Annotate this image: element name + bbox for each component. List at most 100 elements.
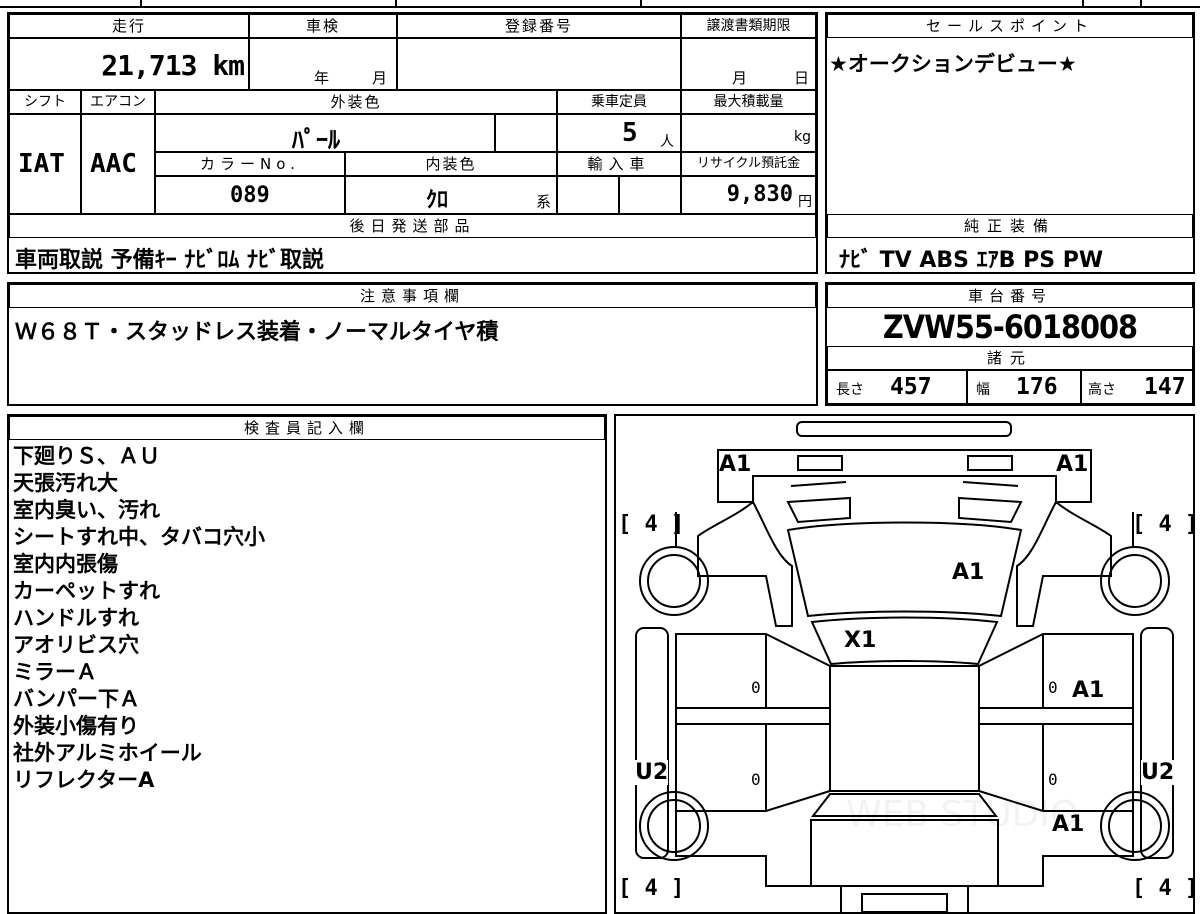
inspector-lines: 下廻りＳ、ＡＵ 天張汚れ大 室内臭い、汚れ シートすれ中、タバコ穴小 室内内張傷… [13, 443, 265, 794]
inspector-line: ハンドルすれ [13, 606, 139, 630]
color-no-header: カラーNo. [155, 152, 345, 176]
transfer-month-label: 月 [732, 69, 748, 87]
inspector-line: 社外アルミホイール [13, 741, 202, 765]
length-value: 457 [890, 374, 932, 400]
import-header: 輸入車 [557, 152, 681, 176]
car-diagram: WEB STUDIO [635, 421, 1174, 912]
mileage-value: 21,713 km [101, 49, 245, 82]
inspector-line: アオリビス穴 [13, 633, 139, 657]
exterior-color-value: ﾊﾟｰﾙ [292, 126, 340, 154]
max-load-cell: kg [681, 114, 816, 152]
genuine-equipment-value: ﾅﾋﾞ TV ABS ｴｱB PS PW [839, 248, 1104, 273]
interior-suffix: 系 [536, 193, 552, 211]
transfer-deadline-header: 譲渡書類期限 [681, 14, 816, 38]
mileage-cell: 21,713 km [9, 38, 249, 90]
recycle-fee-cell: 9,830 円 [681, 176, 816, 214]
sales-point-header: セールスポイント [827, 14, 1193, 38]
max-load-header: 最大積載量 [681, 90, 816, 114]
color-no-cell: 089 [155, 176, 345, 214]
inspector-line: 外装小傷有り [13, 714, 139, 738]
capacity-value: 5 [622, 118, 638, 148]
sales-point-value: ★オークションデビュー★ [829, 52, 1077, 76]
length-cell: 長さ 457 [827, 370, 967, 404]
mark-right-front-door: A1 [1072, 678, 1105, 703]
shift-header: シフト [9, 90, 81, 114]
aircon-cell: AAC [81, 114, 155, 214]
deferred-parts-header: 後日発送部品 [9, 214, 816, 238]
length-label: 長さ [836, 382, 864, 398]
capacity-unit: 人 [660, 134, 674, 150]
exterior-color-extra-cell [495, 114, 557, 152]
tire-rear-right: [ 4 ] [1132, 876, 1199, 901]
chassis-value: ZVW55-6018008 [882, 308, 1138, 346]
recycle-value: 9,830 [726, 182, 793, 207]
inspector-line: 室内内張傷 [13, 552, 118, 576]
aircon-value: AAC [90, 149, 137, 179]
top-sliver [0, 0, 1200, 8]
height-label: 高さ [1088, 382, 1116, 398]
mark-right-rear: A1 [1052, 812, 1085, 837]
capacity-cell: 5 人 [557, 114, 681, 152]
color-no-value: 089 [230, 183, 270, 208]
exterior-color-cell: ﾊﾟｰﾙ [155, 114, 495, 154]
mark-front-left: A1 [719, 452, 752, 477]
vehicle-summary-table: 走行 車検 登録番号 譲渡書類期限 21,713 km 年 月 月 日 シフト … [7, 12, 818, 274]
inspector-line: バンパー下Ａ [13, 687, 141, 711]
interior-color-value: ｸﾛ [426, 188, 449, 213]
tire-front-left: [ 4 ] [618, 512, 685, 537]
zero-right-rear: 0 [1048, 770, 1058, 789]
mark-front-right: A1 [1056, 452, 1089, 477]
inspector-header: 検査員記入欄 [9, 416, 605, 440]
dimensions-header: 諸元 [827, 346, 1193, 370]
registration-header: 登録番号 [397, 14, 681, 38]
chassis-header: 車台番号 [827, 284, 1193, 308]
damage-diagram-box: WEB STUDIO A1 A1 A1 X1 A1 A1 U2 U2 [ 4 ]… [614, 414, 1199, 914]
shift-cell: IAT [9, 114, 81, 214]
registration-cell [397, 38, 681, 90]
width-value: 176 [1016, 374, 1058, 400]
inspector-line: シートすれ中、タバコ穴小 [13, 525, 265, 549]
inspector-line: 室内臭い、汚れ [13, 498, 160, 522]
width-label: 幅 [976, 382, 990, 398]
zero-left-front: 0 [751, 678, 761, 697]
load-unit: kg [794, 129, 811, 145]
transfer-deadline-cell: 月 日 [681, 38, 816, 90]
recycle-unit: 円 [798, 194, 812, 210]
recycle-fee-header: リサイクル預託金 [681, 152, 816, 176]
mileage-header: 走行 [9, 14, 249, 38]
notes-value: Ｗ６８Ｔ・スタッドレス装着・ノーマルタイヤ積 [15, 320, 499, 345]
shift-value: IAT [18, 149, 65, 179]
interior-color-cell: ｸﾛ 系 [345, 176, 557, 214]
mark-windshield: X1 [844, 628, 877, 653]
inspector-line: ミラーＡ [13, 660, 97, 684]
zero-left-rear: 0 [751, 770, 761, 789]
import-cell-b [619, 176, 681, 214]
import-cell-a [557, 176, 619, 214]
zero-right-front: 0 [1048, 678, 1058, 697]
notes-box: 注意事項欄 Ｗ６８Ｔ・スタッドレス装着・ノーマルタイヤ積 [7, 282, 818, 406]
genuine-equipment-header: 純正装備 [827, 214, 1193, 238]
tire-rear-left: [ 4 ] [618, 876, 685, 901]
sales-point-box: セールスポイント ★オークションデビュー★ 純正装備 ﾅﾋﾞ TV ABS ｴｱ… [825, 12, 1195, 274]
deferred-parts-value: 車両取説 予備ｷｰ ﾅﾋﾞﾛﾑ ﾅﾋﾞ取説 [15, 248, 324, 273]
inspector-line: カーペットすれ [13, 579, 160, 603]
inspector-line: リフレクターA [13, 768, 155, 792]
chassis-box: 車台番号 ZVW55-6018008 諸元 長さ 457 幅 176 高さ 14… [825, 282, 1195, 406]
height-cell: 高さ 147 [1081, 370, 1193, 404]
mark-left-side: U2 [635, 760, 669, 785]
mark-right-side: U2 [1141, 760, 1175, 785]
exterior-color-header: 外装色 [155, 90, 557, 114]
aircon-header: エアコン [81, 90, 155, 114]
mark-hood: A1 [952, 560, 985, 585]
inspector-box: 検査員記入欄 下廻りＳ、ＡＵ 天張汚れ大 室内臭い、汚れ シートすれ中、タバコ穴… [7, 414, 607, 914]
notes-header: 注意事項欄 [9, 284, 816, 308]
inspection-cell: 年 月 [249, 38, 397, 90]
inspector-line: 天張汚れ大 [13, 471, 118, 495]
inspector-line: 下廻りＳ、ＡＵ [13, 444, 160, 468]
interior-color-header: 内装色 [345, 152, 557, 176]
inspection-month-label: 月 [372, 69, 388, 87]
inspection-header: 車検 [249, 14, 397, 38]
width-cell: 幅 176 [967, 370, 1081, 404]
inspection-year-label: 年 [314, 69, 330, 87]
transfer-day-label: 日 [794, 69, 810, 87]
